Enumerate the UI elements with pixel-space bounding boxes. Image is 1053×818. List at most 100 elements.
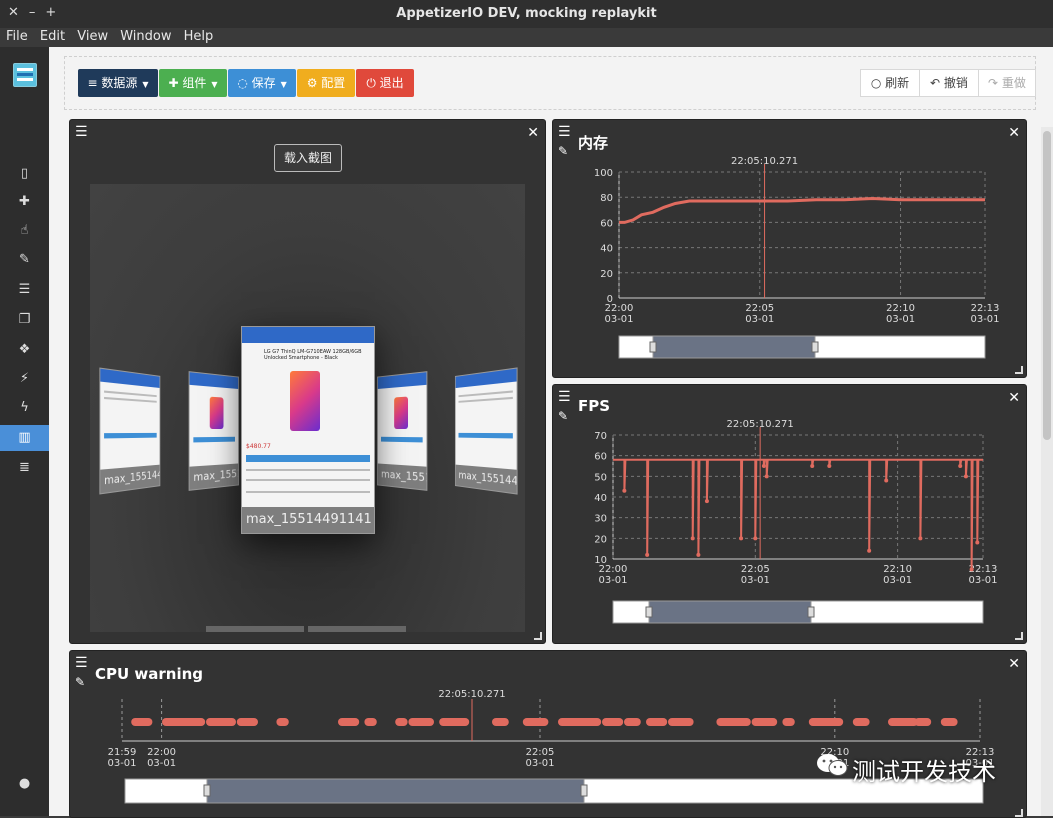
bolt-icon[interactable]: ϟ xyxy=(0,395,49,421)
hand-pointer-icon[interactable]: ☝ xyxy=(0,218,49,244)
fps-dip-point xyxy=(827,464,832,468)
menu-help[interactable]: Help xyxy=(184,28,214,46)
caret-down-icon: ▼ xyxy=(142,80,149,89)
scrollbar-thumb[interactable] xyxy=(1043,131,1051,440)
list-icon[interactable]: ☰ xyxy=(0,277,49,303)
x-tick-date: 03-01 xyxy=(741,575,770,586)
config-button[interactable]: ⚙ 配置 xyxy=(297,69,355,97)
y-tick-label: 40 xyxy=(600,244,613,255)
sidebar: ▯ ✚ ☝ ✎ ☰ ❐ ❖ ⚡ ϟ ▥ ≣ ● xyxy=(0,47,49,816)
wechat-icon xyxy=(817,754,848,776)
x-tick-label: 22:05 xyxy=(745,303,774,314)
screenshot-card-active[interactable]: LG G7 ThinQ LM-G710EAW 128GB/6GB Unlocke… xyxy=(241,326,375,534)
fps-chart[interactable]: 1020304050607022:0003-0122:0503-0122:100… xyxy=(553,385,1026,643)
fps-dip-point xyxy=(764,474,769,479)
screenshot-carousel[interactable]: max_15514491094 max_15514491104 max_1551… xyxy=(90,184,525,632)
menu-icon[interactable]: ☰ xyxy=(75,124,88,140)
x-tick-label: 22:05 xyxy=(741,564,770,575)
screenshot-card[interactable]: max_15514491162 xyxy=(377,371,428,491)
x-tick-date: 03-01 xyxy=(107,758,136,769)
cubes-icon[interactable]: ❖ xyxy=(0,337,49,363)
window-title: AppetizerIO DEV, mocking replaykit xyxy=(396,6,657,21)
close-icon[interactable]: ✕ xyxy=(527,125,539,141)
x-tick-date: 03-01 xyxy=(745,314,774,325)
config-label: 配置 xyxy=(321,76,346,90)
menu-window[interactable]: Window xyxy=(120,28,171,46)
x-tick-label: 22:00 xyxy=(605,303,634,314)
screenshot-card[interactable]: max_15514491104 xyxy=(188,371,239,491)
carousel-control[interactable] xyxy=(308,626,406,632)
range-slider-selection xyxy=(206,778,585,804)
fps-dip-point xyxy=(645,552,650,557)
fps-dip-point xyxy=(753,536,758,541)
x-tick-date: 03-01 xyxy=(883,575,912,586)
y-tick-label: 80 xyxy=(600,193,613,204)
title-bar: ✕–+ AppetizerIO DEV, mocking replaykit xyxy=(0,0,1053,28)
x-tick-label: 22:00 xyxy=(599,564,628,575)
x-tick-label: 22:05 xyxy=(526,747,555,758)
bar-chart-icon[interactable]: ▥ xyxy=(0,425,49,451)
x-tick-date: 03-01 xyxy=(604,314,633,325)
range-slider-selection xyxy=(652,335,816,359)
puzzle-icon[interactable]: ✚ xyxy=(0,189,49,215)
fps-dip-point xyxy=(918,536,923,541)
y-tick-label: 50 xyxy=(594,472,607,483)
fps-dip-point xyxy=(884,478,889,483)
components-button[interactable]: ✚ 组件 ▼ xyxy=(159,69,227,97)
undo-label: 撤销 xyxy=(943,76,968,90)
memory-chart[interactable]: 02040608010022:0003-0122:0503-0122:1003-… xyxy=(553,120,1026,377)
edit-icon[interactable]: ✎ xyxy=(0,247,49,273)
copy-icon[interactable]: ❐ xyxy=(0,307,49,333)
save-button[interactable]: ◌ 保存 ▼ xyxy=(228,69,296,97)
cursor-label: 22:05:10.271 xyxy=(731,156,798,167)
fps-panel: ☰ ✎ FPS ✕ 10 20 30 40 50 60 70 22:00 03-01 22:05 0… xyxy=(552,384,1027,644)
main-area: ≡ 数据源 ▼ ✚ 组件 ▼ ◌ 保存 ▼ ⚙ 配置 ⏻ 退出 ○ 刷新 ↶ 撤销 ↷… xyxy=(49,47,1053,818)
y-tick-label: 100 xyxy=(594,168,613,179)
app-logo[interactable] xyxy=(13,63,37,87)
load-screenshot-button[interactable]: 载入截图 xyxy=(274,144,342,172)
y-tick-label: 20 xyxy=(600,269,613,280)
watermark-text: 测试开发技术 xyxy=(852,758,996,786)
resize-handle[interactable] xyxy=(1015,632,1023,640)
range-slider-selection xyxy=(648,600,812,624)
resize-handle[interactable] xyxy=(534,632,542,640)
fps-dip-point xyxy=(704,499,709,504)
exit-button[interactable]: ⏻ 退出 xyxy=(356,69,414,97)
datasource-label: 数据源 xyxy=(101,76,138,90)
carousel-control[interactable] xyxy=(206,626,304,632)
y-tick-label: 40 xyxy=(594,493,607,504)
fps-dip-point xyxy=(739,536,744,541)
fps-dip-point xyxy=(810,464,815,468)
range-slider-handle xyxy=(580,784,588,797)
undo-button[interactable]: ↶ 撤销 xyxy=(919,69,979,97)
range-slider-handle xyxy=(811,341,819,353)
menu-file[interactable]: File xyxy=(6,28,28,46)
x-tick-date: 03-01 xyxy=(147,758,176,769)
x-tick-date: 03-01 xyxy=(598,575,627,586)
menu-edit[interactable]: Edit xyxy=(40,28,65,46)
redo-button[interactable]: ↷ 重做 xyxy=(978,69,1036,97)
toolbar: ≡ 数据源 ▼ ✚ 组件 ▼ ◌ 保存 ▼ ⚙ 配置 ⏻ 退出 ○ 刷新 ↶ 撤销 ↷… xyxy=(64,56,1036,110)
screenshot-card[interactable]: max_15514491182 xyxy=(454,367,518,495)
cpu-warning-chart[interactable]: 21:5903-0122:0003-0122:0503-0122:1003-01… xyxy=(70,651,1026,817)
screenshot-card[interactable]: max_15514491094 xyxy=(99,367,161,495)
fps-dip-point xyxy=(696,552,701,557)
cursor-label: 22:05:10.271 xyxy=(438,689,505,700)
y-tick-label: 70 xyxy=(594,431,607,442)
x-tick-date: 03-01 xyxy=(970,314,999,325)
fps-dip-point xyxy=(975,540,980,545)
fps-dip-point xyxy=(690,536,695,541)
fps-dip-point xyxy=(969,567,974,572)
user-icon[interactable]: ● xyxy=(0,771,49,797)
device-icon[interactable]: ▯ xyxy=(0,161,49,187)
ordered-list-icon[interactable]: ≣ xyxy=(0,455,49,481)
refresh-button[interactable]: ○ 刷新 xyxy=(860,69,920,97)
menu-view[interactable]: View xyxy=(77,28,108,46)
memory-series-line xyxy=(619,196,985,224)
x-tick-date: 03-01 xyxy=(525,758,554,769)
datasource-button[interactable]: ≡ 数据源 ▼ xyxy=(78,69,158,97)
plug-icon[interactable]: ⚡ xyxy=(0,366,49,392)
resize-handle[interactable] xyxy=(1015,366,1023,374)
x-tick-date: 03-01 xyxy=(886,314,915,325)
exit-label: 退出 xyxy=(379,76,404,90)
